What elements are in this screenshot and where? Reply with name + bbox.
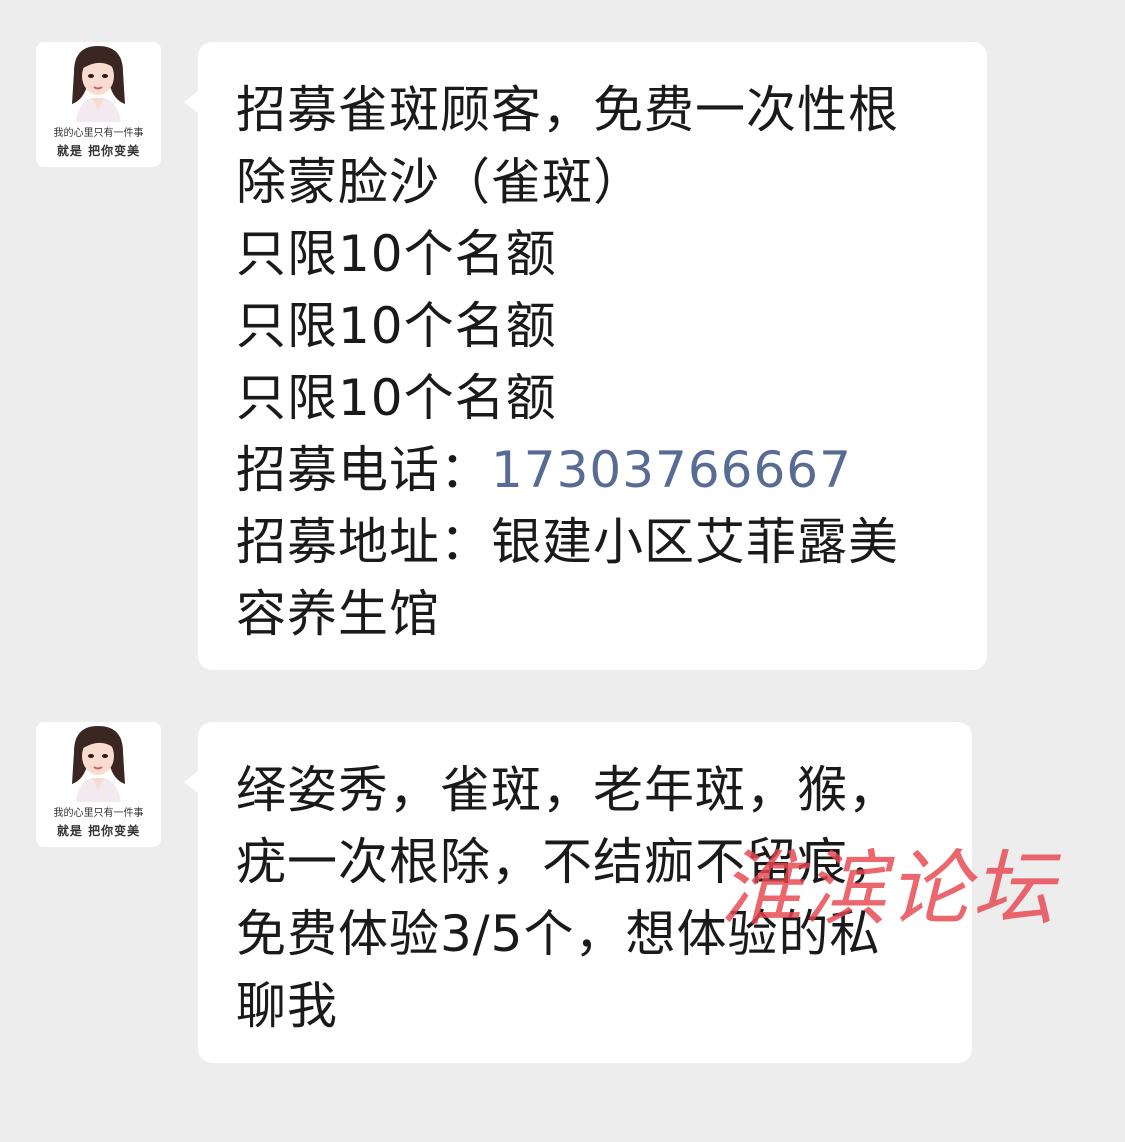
avatar-caption-bottom: 就是 把你变美 bbox=[56, 144, 141, 158]
phone-label: 招募电话： bbox=[236, 441, 491, 499]
forum-watermark: 淮滨论坛 bbox=[720, 842, 1056, 937]
message-line: 绎姿秀，雀斑，老年斑，猴， bbox=[236, 761, 899, 819]
message-line: 聊我 bbox=[236, 977, 338, 1035]
address-line: 容养生馆 bbox=[236, 585, 440, 643]
message-line: 只限10个名额 bbox=[236, 297, 557, 355]
avatar[interactable]: 我的心里只有一件事 就是 把你变美 bbox=[36, 42, 161, 167]
avatar-portrait-icon bbox=[72, 726, 125, 802]
message-line: 招募雀斑顾客，免费一次性根 bbox=[236, 81, 899, 139]
avatar-caption-top: 我的心里只有一件事 bbox=[53, 128, 144, 139]
message-line: 除蒙脸沙（雀斑） bbox=[236, 153, 644, 211]
message-text: 招募雀斑顾客，免费一次性根 除蒙脸沙（雀斑） 只限10个名额 只限10个名额 只… bbox=[236, 74, 899, 650]
message-bubble[interactable]: 招募雀斑顾客，免费一次性根 除蒙脸沙（雀斑） 只限10个名额 只限10个名额 只… bbox=[184, 42, 987, 670]
address-line: 招募地址：银建小区艾菲露美 bbox=[236, 513, 899, 571]
avatar-caption-bottom: 就是 把你变美 bbox=[56, 824, 141, 838]
avatar[interactable]: 我的心里只有一件事 就是 把你变美 bbox=[36, 722, 161, 847]
message-line: 只限10个名额 bbox=[236, 369, 557, 427]
phone-number-link[interactable]: 17303766667 bbox=[491, 441, 852, 499]
message-line: 只限10个名额 bbox=[236, 225, 557, 283]
avatar-caption-top: 我的心里只有一件事 bbox=[53, 808, 144, 819]
avatar-portrait-icon bbox=[72, 46, 125, 122]
